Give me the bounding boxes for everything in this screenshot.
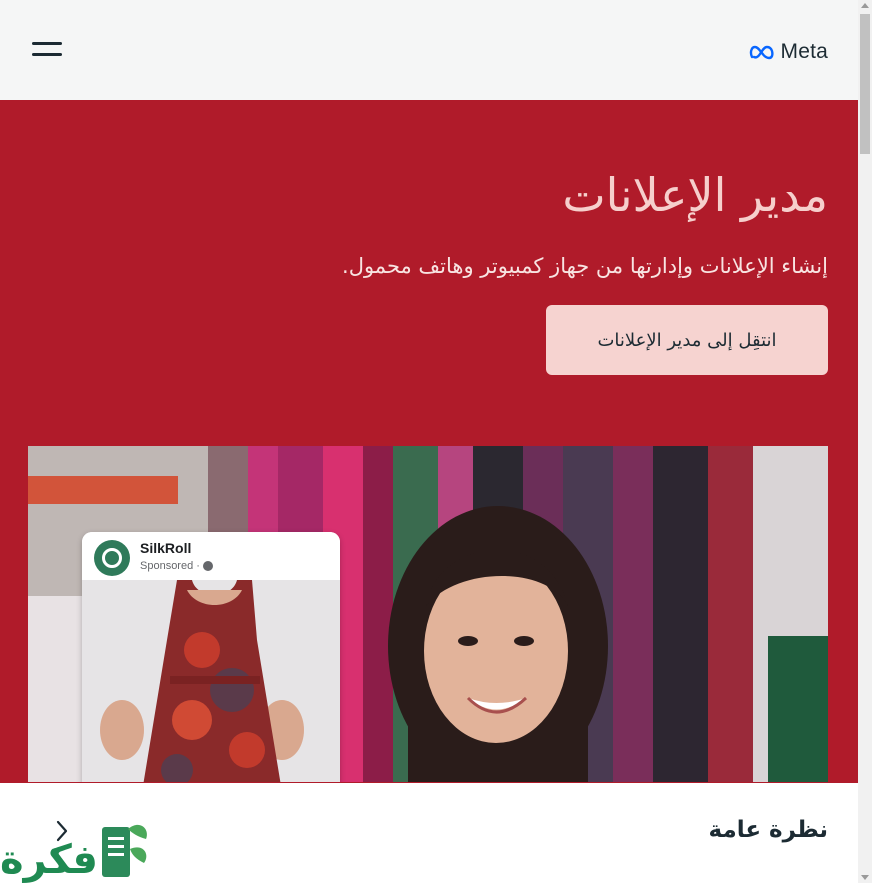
top-navigation-bar: Meta bbox=[0, 0, 858, 100]
page-title: مدير الإعلانات bbox=[562, 168, 828, 222]
go-to-ads-manager-button[interactable]: انتقِل إلى مدير الإعلانات bbox=[546, 305, 828, 375]
scrollbar-thumb[interactable] bbox=[860, 14, 870, 154]
menu-line bbox=[32, 53, 62, 56]
scroll-down-arrow-icon[interactable] bbox=[861, 875, 869, 880]
overview-section: نظرة عامة فكرة bbox=[0, 783, 858, 883]
hamburger-menu-icon[interactable] bbox=[32, 40, 64, 62]
meta-logo[interactable]: Meta bbox=[749, 38, 829, 66]
overview-heading: نظرة عامة bbox=[708, 817, 828, 843]
page: Meta مدير الإعلانات إنشاء الإعلانات وإدا… bbox=[0, 0, 858, 883]
ad-product-image bbox=[82, 580, 340, 782]
silkroll-logo-icon bbox=[102, 548, 122, 568]
meta-infinity-icon bbox=[749, 45, 774, 60]
meta-logo-text: Meta bbox=[780, 40, 828, 63]
silkroll-avatar bbox=[94, 540, 130, 576]
menu-line bbox=[32, 42, 62, 45]
scroll-up-arrow-icon[interactable] bbox=[861, 3, 869, 8]
fikra-watermark-logo: فكرة bbox=[0, 819, 152, 883]
globe-icon bbox=[202, 561, 213, 571]
sponsored-ad-card: SilkRoll Sponsored · bbox=[82, 532, 340, 782]
sponsored-text: Sponsored · bbox=[140, 560, 200, 572]
ad-page-name: SilkRoll bbox=[140, 540, 192, 556]
ad-sponsored-label: Sponsored · bbox=[140, 560, 213, 572]
chevron-left-icon[interactable] bbox=[52, 819, 72, 843]
page-scrollbar[interactable] bbox=[858, 0, 872, 883]
dress-illustration bbox=[82, 580, 340, 782]
hero-subtitle: إنشاء الإعلانات وإدارتها من جهاز كمبيوتر… bbox=[342, 254, 828, 278]
fikra-watermark-text: فكرة bbox=[0, 837, 98, 883]
hero-image: SilkRoll Sponsored · bbox=[28, 446, 828, 782]
ad-card-header: SilkRoll Sponsored · bbox=[82, 532, 340, 580]
hero-section: مدير الإعلانات إنشاء الإعلانات وإدارتها … bbox=[0, 100, 858, 783]
